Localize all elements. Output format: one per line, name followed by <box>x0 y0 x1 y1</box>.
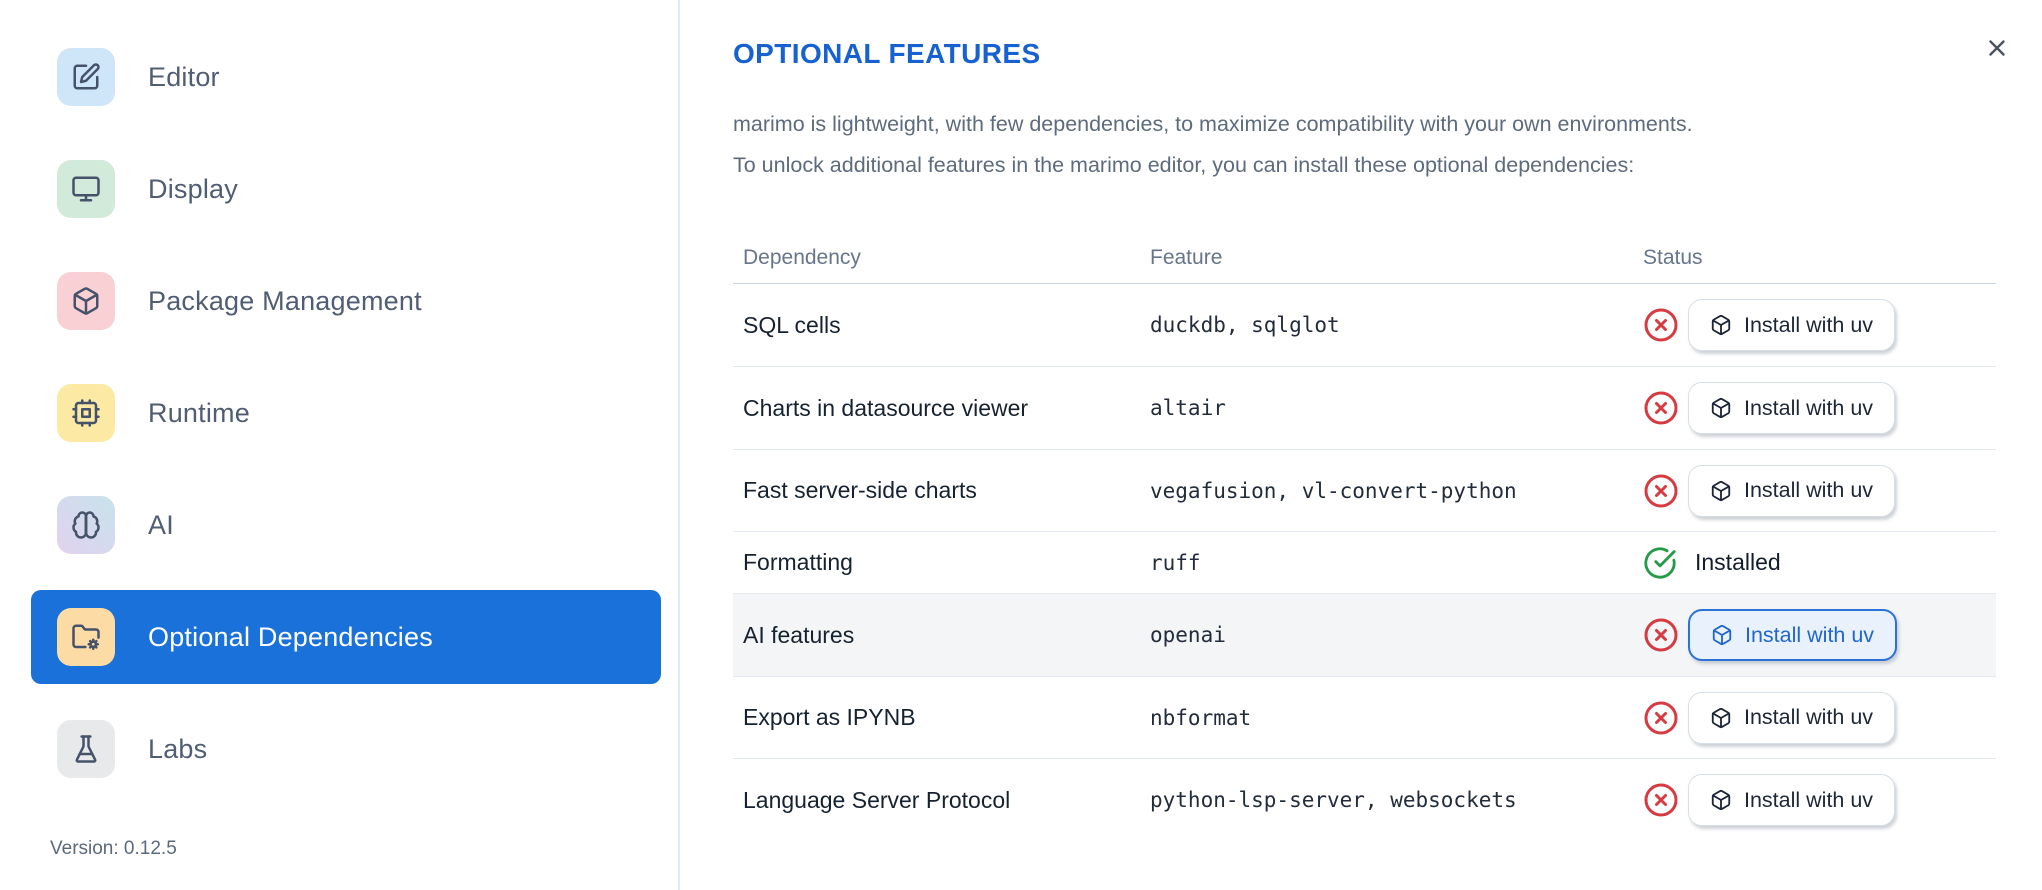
dependencies-table: Dependency Feature Status SQL cells duck… <box>733 232 1996 841</box>
dependency-cell: SQL cells <box>743 311 841 338</box>
package-icon <box>1710 707 1732 729</box>
sidebar-item-optional-dependencies[interactable]: Optional Dependencies <box>31 590 661 684</box>
sidebar-item-editor[interactable]: Editor <box>31 30 661 124</box>
install-button-label: Install with uv <box>1744 312 1874 337</box>
status-cell: Installed <box>1633 546 1996 580</box>
dependency-cell: Charts in datasource viewer <box>743 394 1029 421</box>
sidebar-item-ai[interactable]: AI <box>31 478 661 572</box>
circle-x-icon <box>1643 473 1679 509</box>
sidebar-item-label: AI <box>148 509 174 540</box>
circle-check-icon <box>1643 546 1677 580</box>
version-label: Version: 0.12.5 <box>50 838 177 859</box>
status-cell: Install with uv <box>1633 774 1996 826</box>
dependency-cell: Export as IPYNB <box>743 704 916 730</box>
circle-x-icon <box>1643 390 1679 426</box>
status-cell: Install with uv <box>1633 691 1996 744</box>
install-with-uv-button[interactable]: Install with uv <box>1688 774 1896 826</box>
square-pen-icon <box>57 48 115 106</box>
column-header-feature: Feature <box>1150 245 1223 269</box>
table-row: Language Server Protocol python-lsp-serv… <box>733 759 1996 841</box>
sidebar-item-label: Labs <box>148 733 208 764</box>
package-icon <box>1710 397 1732 419</box>
table-row: Export as IPYNB nbformat Install with uv <box>733 677 1996 759</box>
sidebar-item-label: Package Management <box>148 285 422 316</box>
flask-icon <box>57 720 115 778</box>
installed-status-label: Installed <box>1695 549 1781 575</box>
settings-sidebar: Editor Display Package Management Runtim… <box>0 0 678 890</box>
package-icon <box>57 272 115 330</box>
status-cell: Install with uv <box>1633 382 1996 434</box>
feature-cell: altair <box>1150 396 1226 420</box>
status-cell: Install with uv <box>1633 299 1996 351</box>
package-icon <box>1711 624 1733 646</box>
feature-cell: python-lsp-server, websockets <box>1150 788 1517 812</box>
circle-x-icon <box>1643 617 1679 653</box>
install-button-label: Install with uv <box>1744 705 1874 729</box>
circle-x-icon <box>1643 700 1679 736</box>
dependency-cell: Language Server Protocol <box>743 786 1011 813</box>
status-cell: Install with uv <box>1633 609 1996 661</box>
table-row: SQL cells duckdb, sqlglot Install with u… <box>733 284 1996 367</box>
status-cell: Install with uv <box>1633 464 1996 517</box>
install-with-uv-button[interactable]: Install with uv <box>1688 691 1896 744</box>
close-icon <box>1984 35 2010 61</box>
column-header-status: Status <box>1643 245 1703 269</box>
install-with-uv-button[interactable]: Install with uv <box>1688 299 1896 351</box>
sidebar-item-labs[interactable]: Labs <box>31 702 661 796</box>
dependency-cell: Fast server-side charts <box>743 477 977 503</box>
sidebar-item-label: Runtime <box>148 397 250 428</box>
install-button-label: Install with uv <box>1744 395 1874 420</box>
install-button-label: Install with uv <box>1745 622 1875 647</box>
feature-cell: nbformat <box>1150 705 1252 730</box>
table-row: Formatting ruff Installed <box>733 532 1996 594</box>
package-icon <box>1710 480 1732 502</box>
sidebar-item-label: Optional Dependencies <box>148 621 433 652</box>
circle-x-icon <box>1643 782 1679 818</box>
package-icon <box>1710 789 1732 811</box>
page-title: OPTIONAL FEATURES <box>733 38 1041 69</box>
monitor-icon <box>57 160 115 218</box>
dependency-cell: Formatting <box>743 549 853 575</box>
install-with-uv-button[interactable]: Install with uv <box>1688 464 1896 517</box>
table-row: Charts in datasource viewer altair Insta… <box>733 367 1996 450</box>
sidebar-item-label: Display <box>148 173 238 204</box>
install-with-uv-button[interactable]: Install with uv <box>1688 382 1896 434</box>
circle-x-icon <box>1643 307 1679 343</box>
table-header-row: Dependency Feature Status <box>733 232 1996 284</box>
install-with-uv-button-focused[interactable]: Install with uv <box>1688 609 1898 661</box>
sidebar-item-runtime[interactable]: Runtime <box>31 366 661 460</box>
package-icon <box>1710 314 1732 336</box>
sidebar-item-package-management[interactable]: Package Management <box>31 254 661 348</box>
optional-features-panel: OPTIONAL FEATURES marimo is lightweight,… <box>680 0 2042 890</box>
install-button-label: Install with uv <box>1744 478 1874 502</box>
column-header-dependency: Dependency <box>743 245 861 269</box>
table-row: Fast server-side charts vegafusion, vl-c… <box>733 450 1996 532</box>
sidebar-item-display[interactable]: Display <box>31 142 661 236</box>
folder-cog-icon <box>57 608 115 666</box>
close-button[interactable] <box>1975 26 2019 70</box>
panel-description: marimo is lightweight, with few dependen… <box>733 112 1693 177</box>
brain-icon <box>57 496 115 554</box>
table-row: AI features openai Install with uv <box>733 594 1996 677</box>
feature-cell: ruff <box>1150 550 1201 575</box>
settings-dialog: Editor Display Package Management Runtim… <box>0 0 2042 890</box>
cpu-icon <box>57 384 115 442</box>
feature-cell: vegafusion, vl-convert-python <box>1150 478 1517 503</box>
feature-cell: openai <box>1150 623 1226 647</box>
sidebar-item-label: Editor <box>148 61 220 92</box>
install-button-label: Install with uv <box>1744 787 1874 812</box>
dependency-cell: AI features <box>743 621 855 648</box>
feature-cell: duckdb, sqlglot <box>1150 313 1340 337</box>
